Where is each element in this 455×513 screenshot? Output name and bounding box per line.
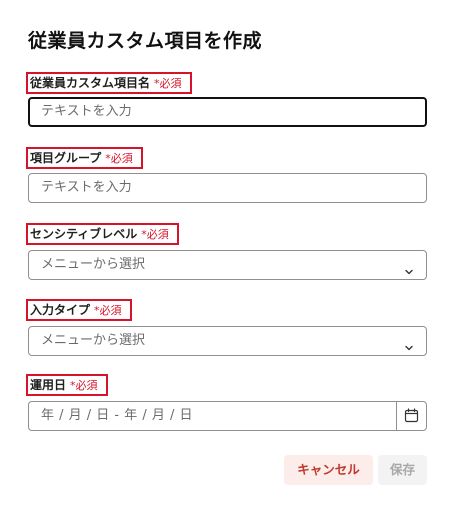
required-marker: *必須 bbox=[70, 379, 98, 392]
required-marker: *必須 bbox=[141, 228, 169, 241]
field-label-sensitivity: センシティブレベル *必須 bbox=[26, 223, 179, 245]
field-label-name: 従業員カスタム項目名 *必須 bbox=[26, 72, 192, 94]
field-label-text: 運用日 bbox=[30, 378, 67, 392]
chevron-down-icon bbox=[404, 260, 414, 275]
custom-field-name-input[interactable]: テキストを入力 bbox=[28, 97, 427, 127]
field-label-input-type: 入力タイプ *必須 bbox=[26, 299, 132, 321]
create-custom-field-dialog: 従業員カスタム項目を作成 従業員カスタム項目名 *必須 テキストを入力 項目グルー… bbox=[0, 0, 455, 513]
sensitivity-level-select[interactable]: メニューから選択 bbox=[28, 250, 427, 280]
required-marker: *必須 bbox=[94, 304, 122, 317]
operation-date-range-input[interactable]: 年 / 月 / 日 - 年 / 月 / 日 bbox=[28, 401, 427, 431]
field-label-text: 項目グループ bbox=[30, 151, 102, 165]
required-marker: *必須 bbox=[105, 152, 133, 165]
field-label-group: 項目グループ *必須 bbox=[26, 147, 143, 169]
save-button[interactable]: 保存 bbox=[378, 455, 427, 485]
chevron-down-icon bbox=[404, 336, 414, 351]
required-marker: *必須 bbox=[154, 77, 182, 90]
input-type-select[interactable]: メニューから選択 bbox=[28, 326, 427, 356]
field-label-text: センシティブレベル bbox=[30, 227, 138, 241]
select-value: メニューから選択 bbox=[41, 257, 146, 272]
calendar-button[interactable] bbox=[396, 402, 426, 430]
field-label-operation-date: 運用日 *必須 bbox=[26, 374, 108, 396]
field-label-text: 従業員カスタム項目名 bbox=[30, 76, 151, 90]
cancel-button[interactable]: キャンセル bbox=[284, 455, 373, 485]
dialog-title: 従業員カスタム項目を作成 bbox=[28, 30, 263, 52]
date-range-placeholder: 年 / 月 / 日 - 年 / 月 / 日 bbox=[41, 408, 194, 423]
field-group-input[interactable]: テキストを入力 bbox=[28, 173, 427, 203]
calendar-icon bbox=[404, 408, 419, 423]
field-label-text: 入力タイプ bbox=[30, 303, 91, 317]
select-value: メニューから選択 bbox=[41, 333, 146, 348]
